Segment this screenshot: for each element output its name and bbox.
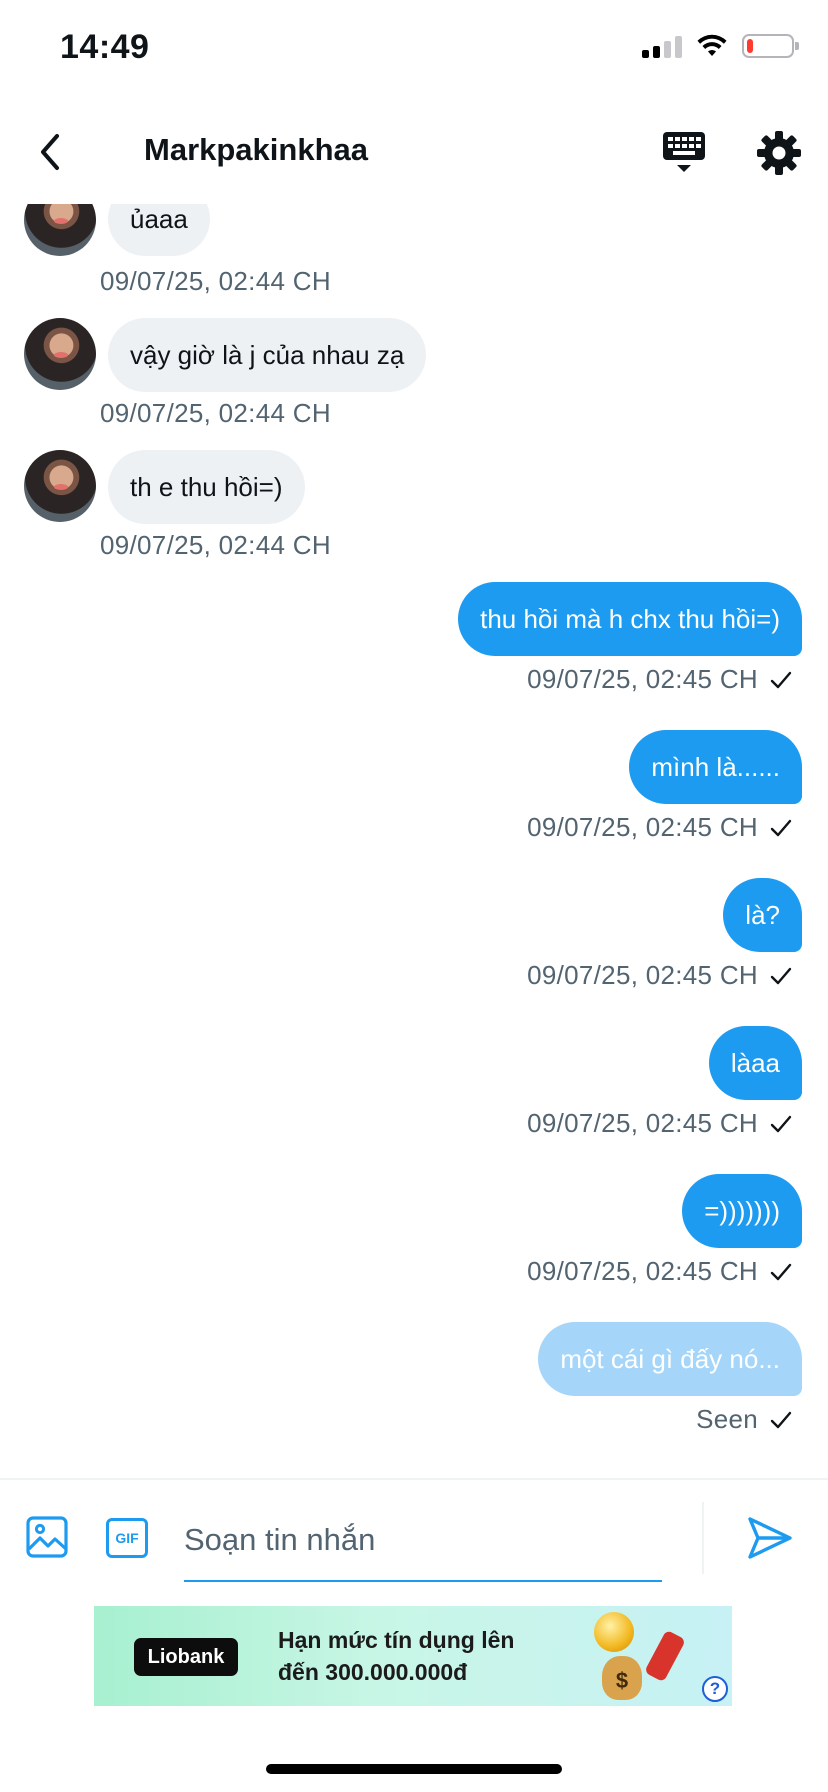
wifi-icon	[697, 34, 727, 56]
message-outgoing: làaa 09/07/25, 02:45 CH	[0, 1022, 828, 1152]
message-bubble[interactable]: =)))))))	[682, 1174, 802, 1248]
message-meta: 09/07/25, 02:45 CH	[527, 664, 792, 695]
keyboard-icon	[663, 132, 705, 172]
message-bubble[interactable]: thu hồi mà h chx thu hồi=)	[458, 582, 802, 656]
home-indicator[interactable]	[266, 1764, 562, 1774]
chevron-left-icon	[41, 134, 59, 170]
message-bubble[interactable]: vậy giờ là j của nhau zạ	[108, 318, 427, 392]
chat-screen: 14:49 Markpakinkhaa ủaaa 09/07/25, 02:44…	[0, 0, 828, 1792]
gear-icon	[757, 131, 801, 175]
message-outgoing: là? 09/07/25, 02:45 CH	[0, 874, 828, 1004]
message-incoming: th e thu hồi=) 09/07/25, 02:44 CH	[0, 446, 828, 566]
message-incoming: ủaaa 09/07/25, 02:44 CH	[0, 204, 828, 296]
message-meta: Seen	[696, 1404, 792, 1435]
keyboard-button[interactable]	[660, 128, 708, 176]
add-image-button[interactable]	[26, 1516, 68, 1558]
message-outgoing: =))))))) 09/07/25, 02:45 CH	[0, 1170, 828, 1300]
message-outgoing: thu hồi mà h chx thu hồi=) 09/07/25, 02:…	[0, 578, 828, 708]
conversation-header: Markpakinkhaa	[0, 100, 828, 204]
message-bubble[interactable]: làaa	[708, 1026, 802, 1100]
message-timestamp: 09/07/25, 02:45 CH	[527, 1108, 758, 1138]
money-bag-icon: $	[602, 1656, 642, 1700]
message-meta: 09/07/25, 02:45 CH	[527, 1256, 792, 1287]
cellular-signal-icon	[642, 34, 682, 58]
check-icon	[770, 819, 792, 836]
message-meta: 09/07/25, 02:45 CH	[527, 960, 792, 991]
message-timestamp: 09/07/25, 02:44 CH	[100, 530, 331, 560]
message-input[interactable]	[184, 1500, 662, 1582]
message-timestamp: 09/07/25, 02:45 CH	[527, 960, 758, 990]
coin-icon	[594, 1612, 634, 1652]
ad-brand-logo: Liobank	[134, 1638, 238, 1676]
message-meta: 09/07/25, 02:45 CH	[527, 1108, 792, 1139]
avatar[interactable]	[24, 450, 96, 522]
divider	[702, 1502, 704, 1574]
check-icon	[770, 967, 792, 984]
status-bar: 14:49	[0, 0, 828, 100]
seen-status: Seen	[696, 1404, 758, 1434]
message-meta: 09/07/25, 02:45 CH	[527, 812, 792, 843]
conversation-title[interactable]: Markpakinkhaa	[144, 132, 368, 168]
avatar[interactable]	[24, 318, 96, 390]
check-icon	[770, 1411, 792, 1428]
ad-headline: Hạn mức tín dụng lên đến 300.000.000đ	[278, 1624, 514, 1688]
message-bubble[interactable]: th e thu hồi=)	[108, 450, 305, 524]
message-composer: GIF	[0, 1478, 828, 1604]
ad-line-1: Hạn mức tín dụng lên	[278, 1627, 515, 1653]
message-bubble[interactable]: mình là......	[629, 730, 802, 804]
message-outgoing: một cái gì đấy nó... Seen	[0, 1318, 828, 1448]
gif-icon: GIF	[115, 1530, 139, 1546]
back-button[interactable]	[26, 128, 74, 176]
status-icons	[642, 34, 799, 58]
battery-level	[747, 39, 753, 53]
firecracker-icon	[644, 1629, 686, 1683]
gif-button[interactable]: GIF	[106, 1518, 148, 1558]
message-timestamp: 09/07/25, 02:45 CH	[527, 664, 758, 694]
battery-icon	[742, 34, 799, 58]
send-button[interactable]	[746, 1514, 794, 1562]
status-time: 14:49	[60, 28, 150, 66]
check-icon	[770, 1115, 792, 1132]
message-outgoing: mình là...... 09/07/25, 02:45 CH	[0, 726, 828, 856]
send-icon	[748, 1517, 792, 1559]
message-incoming: vậy giờ là j của nhau zạ 09/07/25, 02:44…	[0, 314, 828, 434]
message-bubble[interactable]: ủaaa	[108, 204, 210, 256]
ad-line-2: đến 300.000.000đ	[278, 1659, 468, 1685]
ad-info-button[interactable]: ?	[702, 1676, 728, 1702]
message-bubble[interactable]: là?	[723, 878, 802, 952]
check-icon	[770, 671, 792, 688]
avatar[interactable]	[24, 204, 96, 256]
check-icon	[770, 1263, 792, 1280]
image-icon	[26, 1516, 68, 1558]
message-timestamp: 09/07/25, 02:44 CH	[100, 398, 331, 428]
message-timestamp: 09/07/25, 02:44 CH	[100, 266, 331, 296]
message-bubble[interactable]: một cái gì đấy nó...	[538, 1322, 802, 1396]
message-timestamp: 09/07/25, 02:45 CH	[527, 1256, 758, 1286]
message-timestamp: 09/07/25, 02:45 CH	[527, 812, 758, 842]
ad-banner[interactable]: Liobank Hạn mức tín dụng lên đến 300.000…	[94, 1606, 732, 1706]
message-list[interactable]: ủaaa 09/07/25, 02:44 CH vậy giờ là j của…	[0, 204, 828, 1480]
settings-button[interactable]	[754, 128, 804, 178]
